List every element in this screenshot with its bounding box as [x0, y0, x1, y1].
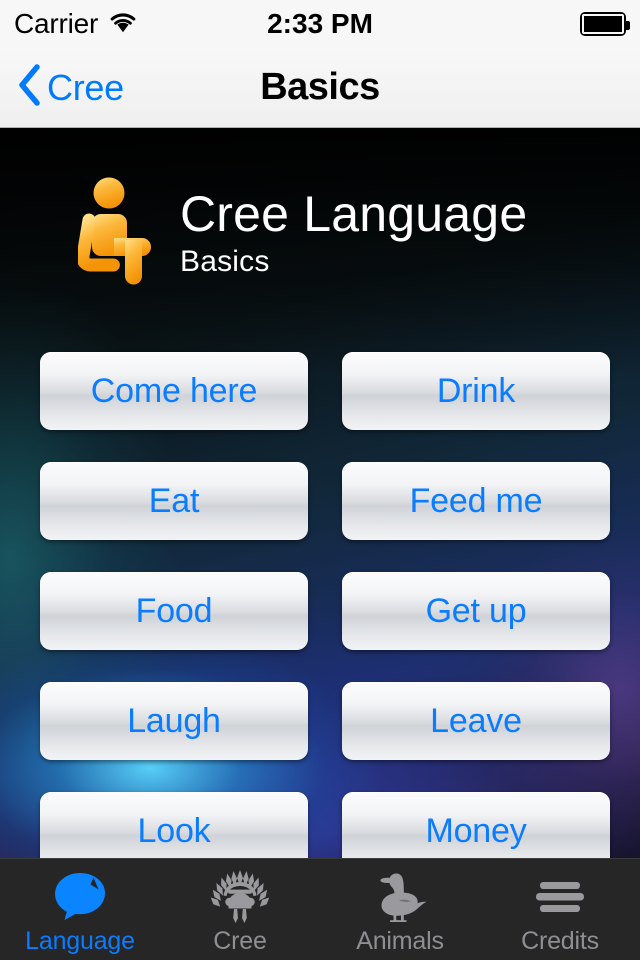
speech-bubble-icon [52, 869, 108, 923]
app-header: Cree Language Basics [0, 176, 640, 291]
app-screen: Carrier 2:33 PM Cree Basics Cree Languag… [0, 0, 640, 960]
phrase-button[interactable]: Drink [342, 352, 610, 430]
phrase-button[interactable]: Feed me [342, 462, 610, 540]
seated-person-icon [76, 176, 162, 291]
status-bar-center: 2:33 PM [267, 8, 373, 40]
tab-label: Credits [521, 927, 599, 955]
tab-label: Animals [356, 927, 444, 955]
app-subtitle: Basics [180, 244, 270, 278]
phrase-button[interactable]: Money [342, 792, 610, 858]
page-title: Basics [260, 66, 380, 108]
phrase-button[interactable]: Eat [40, 462, 308, 540]
tab-language[interactable]: Language [0, 859, 160, 960]
tab-credits[interactable]: Credits [480, 859, 640, 960]
hamburger-menu-icon [533, 869, 587, 923]
phrase-button[interactable]: Get up [342, 572, 610, 650]
navigation-bar: Cree Basics [0, 48, 640, 128]
duck-icon [369, 869, 431, 923]
app-title: Cree Language [180, 186, 528, 243]
tab-bar: Language Cree Animals Credits [0, 858, 640, 960]
phrase-button-grid: Come here Drink Eat Feed me Food Get up … [40, 352, 610, 858]
phrase-button[interactable]: Look [40, 792, 308, 858]
headdress-icon [209, 869, 271, 923]
status-bar-left: Carrier [14, 8, 267, 40]
app-header-text: Cree Language Basics [180, 188, 527, 279]
tab-animals[interactable]: Animals [320, 859, 480, 960]
wifi-icon [108, 11, 138, 38]
status-bar: Carrier 2:33 PM [0, 0, 640, 48]
phrase-button[interactable]: Leave [342, 682, 610, 760]
tab-label: Language [25, 927, 135, 955]
battery-fill [582, 14, 625, 34]
phrase-button[interactable]: Laugh [40, 682, 308, 760]
main-content: Cree Language Basics Come here Drink Eat… [0, 128, 640, 858]
phrase-button[interactable]: Food [40, 572, 308, 650]
carrier-label: Carrier [14, 8, 99, 39]
status-bar-right [373, 12, 631, 36]
clock-label: 2:33 PM [267, 8, 373, 39]
battery-full-icon [580, 12, 631, 36]
tab-cree[interactable]: Cree [160, 859, 320, 960]
tab-label: Cree [213, 927, 267, 955]
phrase-button[interactable]: Come here [40, 352, 308, 430]
